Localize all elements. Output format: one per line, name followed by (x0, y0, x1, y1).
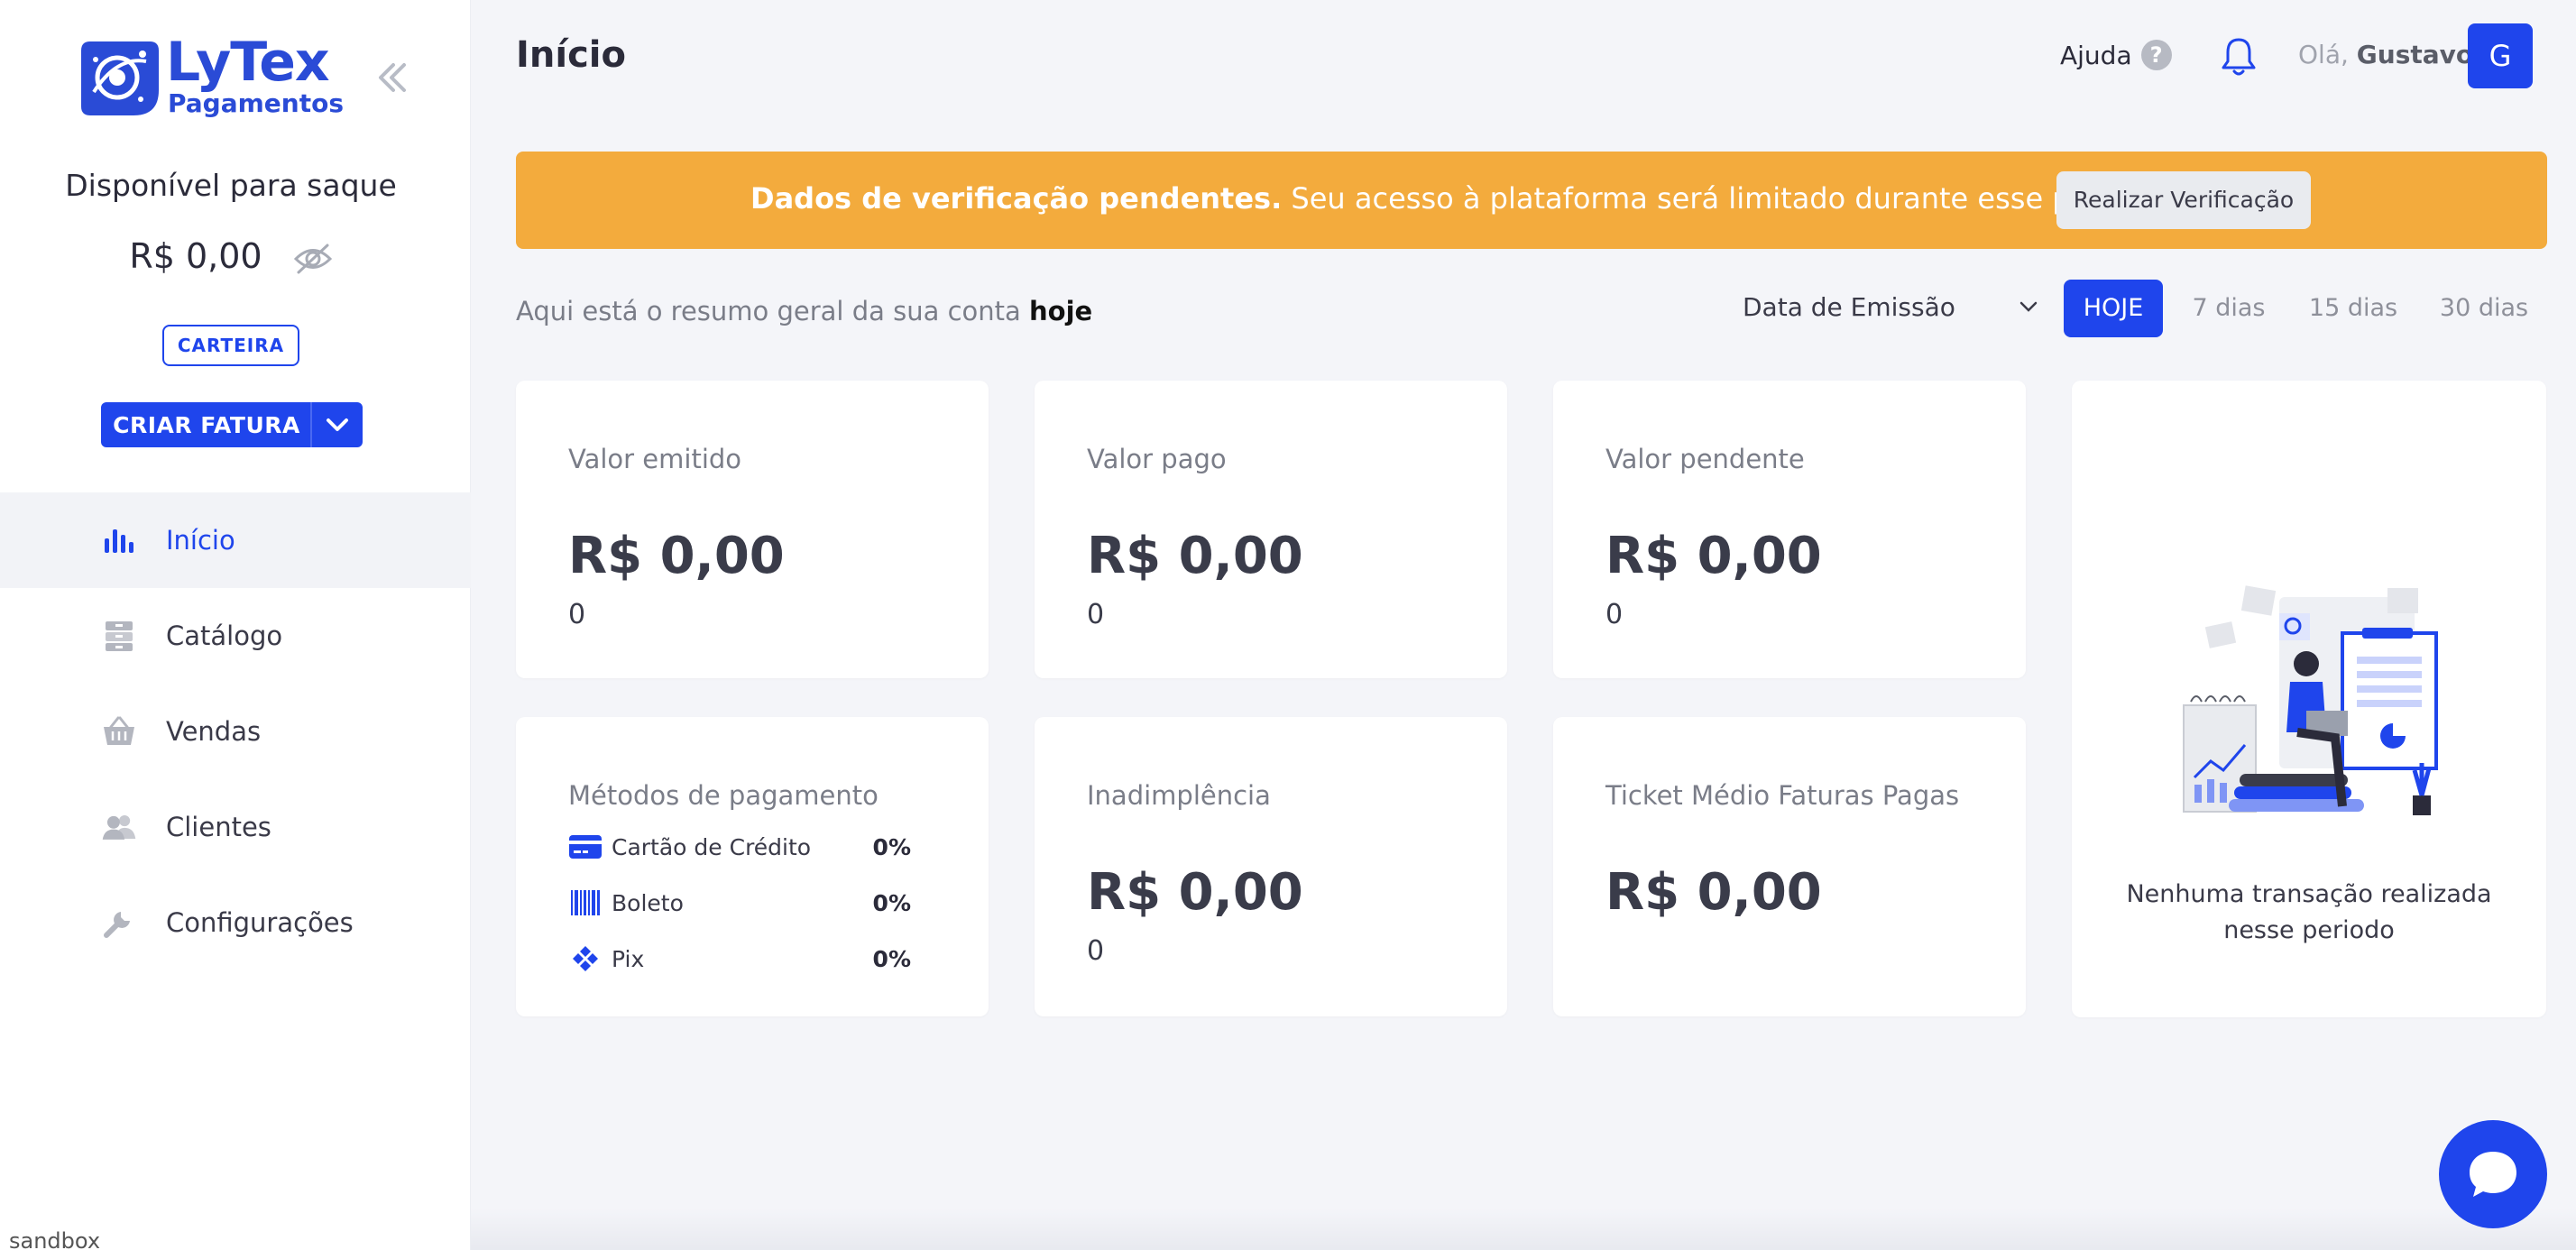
barcode-icon (568, 888, 603, 917)
card-value: R$ 0,00 (1605, 863, 1822, 922)
create-invoice-dropdown[interactable] (312, 402, 363, 447)
card-pending: Valor pendente R$ 0,00 0 (1553, 381, 2026, 678)
credit-card-icon (568, 832, 603, 861)
payment-method-pct: 0% (872, 889, 911, 916)
sidebar-item-clientes[interactable]: Clientes (0, 779, 471, 875)
payment-method-pct: 0% (872, 833, 911, 860)
card-label: Valor pendente (1605, 444, 1805, 474)
card-ticket: Ticket Médio Faturas Pagas R$ 0,00 (1553, 717, 2026, 1016)
summary-period-word: hoje (1029, 296, 1093, 326)
banner-message: Dados de verificação pendentes. Seu aces… (750, 152, 2170, 249)
create-invoice-label: CRIAR FATURA (113, 411, 300, 438)
chat-button[interactable] (2439, 1120, 2547, 1228)
card-value: R$ 0,00 (1087, 863, 1303, 922)
sidebar-item-label: Clientes (166, 812, 271, 842)
environment-label: sandbox (9, 1228, 101, 1250)
summary-prefix: Aqui está o resumo geral da sua conta (516, 296, 1030, 326)
sidebar-item-catalogo[interactable]: Catálogo (0, 588, 471, 684)
sidebar-item-label: Vendas (166, 716, 262, 747)
wrench-icon (101, 905, 137, 941)
period-30-days[interactable]: 30 dias (2432, 280, 2536, 337)
card-payment-methods: Métodos de pagamento Cartão de Crédito 0… (516, 717, 989, 1016)
summary-text: Aqui está o resumo geral da sua conta ho… (516, 296, 1092, 326)
pix-icon (568, 944, 603, 973)
basket-icon (101, 713, 137, 749)
help-label: Ajuda (2060, 40, 2132, 70)
card-label: Métodos de pagamento (568, 780, 879, 811)
sidebar-item-inicio[interactable]: Início (0, 492, 471, 588)
bell-icon[interactable] (2219, 36, 2259, 78)
payment-method-boleto: Boleto 0% (568, 885, 911, 921)
balance-title: Disponível para saque (65, 168, 397, 203)
card-count: 0 (1605, 599, 1624, 630)
chat-bubble-icon (2470, 1152, 2516, 1197)
bottom-shade (471, 1209, 2576, 1250)
card-transactions-empty: Nenhuma transação realizada nesse period… (2072, 381, 2546, 1017)
sidebar-item-vendas[interactable]: Vendas (0, 684, 471, 779)
brand-logo[interactable]: LyTex Pagamentos (78, 31, 344, 123)
question-icon: ? (2140, 40, 2172, 70)
sidebar: LyTex Pagamentos Disponível para saque R… (0, 0, 471, 1250)
date-filter-select[interactable]: Data de Emissão (1743, 287, 2038, 326)
period-15-days[interactable]: 15 dias (2302, 280, 2405, 337)
card-default: Inadimplência R$ 0,00 0 (1035, 717, 1507, 1016)
period-7-days[interactable]: 7 dias (2181, 280, 2277, 337)
wallet-button[interactable]: CARTEIRA (162, 325, 299, 366)
payment-method-pix: Pix 0% (568, 941, 911, 977)
chevron-down-icon (327, 418, 348, 431)
chevron-down-icon (2019, 301, 2038, 312)
users-icon (101, 809, 137, 845)
card-label: Valor emitido (568, 444, 742, 474)
greeting-prefix: Olá, (2298, 40, 2349, 69)
sidebar-item-configuracoes[interactable]: Configurações (0, 875, 471, 970)
collapse-sidebar-icon[interactable] (370, 56, 413, 99)
card-label: Inadimplência (1087, 780, 1271, 811)
payment-method-name: Cartão de Crédito (612, 833, 812, 860)
user-name: Gustavo (2356, 40, 2474, 69)
card-count: 0 (1087, 935, 1105, 967)
payment-method-name: Pix (612, 945, 645, 972)
date-filter-value: Data de Emissão (1743, 291, 1955, 322)
card-value: R$ 0,00 (1087, 527, 1303, 585)
card-label: Ticket Médio Faturas Pagas (1605, 780, 1960, 811)
eye-off-icon[interactable] (293, 242, 333, 276)
payment-method-name: Boleto (612, 889, 684, 916)
balance-value: R$ 0,00 (129, 236, 262, 276)
create-invoice-button[interactable]: CRIAR FATURA (101, 402, 363, 447)
balance-row: R$ 0,00 (0, 236, 462, 276)
brand-name: LyTex (166, 31, 330, 94)
card-value: R$ 0,00 (568, 527, 785, 585)
user-greeting: Olá, Gustavo (2298, 40, 2473, 69)
payment-method-pct: 0% (872, 945, 911, 972)
card-count: 0 (568, 599, 586, 630)
sidebar-item-label: Catálogo (166, 620, 283, 651)
bar-chart-icon (101, 522, 137, 558)
period-today[interactable]: HOJE (2064, 280, 2163, 337)
logo-mark-icon (81, 41, 159, 115)
card-label: Valor pago (1087, 444, 1227, 474)
card-paid: Valor pago R$ 0,00 0 (1035, 381, 1507, 678)
empty-state-text: Nenhuma transação realizada nesse period… (2126, 880, 2492, 944)
verification-banner: Dados de verificação pendentes. Seu aces… (516, 152, 2547, 249)
banner-text: Seu acesso à plataforma será limitado du… (1282, 181, 2171, 216)
banner-bold-text: Dados de verificação pendentes. (750, 181, 1283, 216)
card-count: 0 (1087, 599, 1105, 630)
archive-icon (101, 618, 137, 654)
verify-button[interactable]: Realizar Verificação (2056, 171, 2311, 229)
empty-state-illustration (2183, 585, 2438, 815)
sidebar-nav: Início Catálogo Vendas Clientes Configur… (0, 492, 471, 970)
payment-method-credit-card: Cartão de Crédito 0% (568, 829, 911, 865)
card-value: R$ 0,00 (1605, 527, 1822, 585)
brand-subtitle: Pagamentos (168, 88, 344, 118)
help-link[interactable]: Ajuda ? (2060, 40, 2172, 70)
card-emitted: Valor emitido R$ 0,00 0 (516, 381, 989, 678)
avatar[interactable]: G (2468, 23, 2533, 88)
sidebar-item-label: Início (166, 525, 235, 556)
sidebar-item-label: Configurações (166, 907, 354, 938)
page-title: Início (516, 34, 626, 76)
